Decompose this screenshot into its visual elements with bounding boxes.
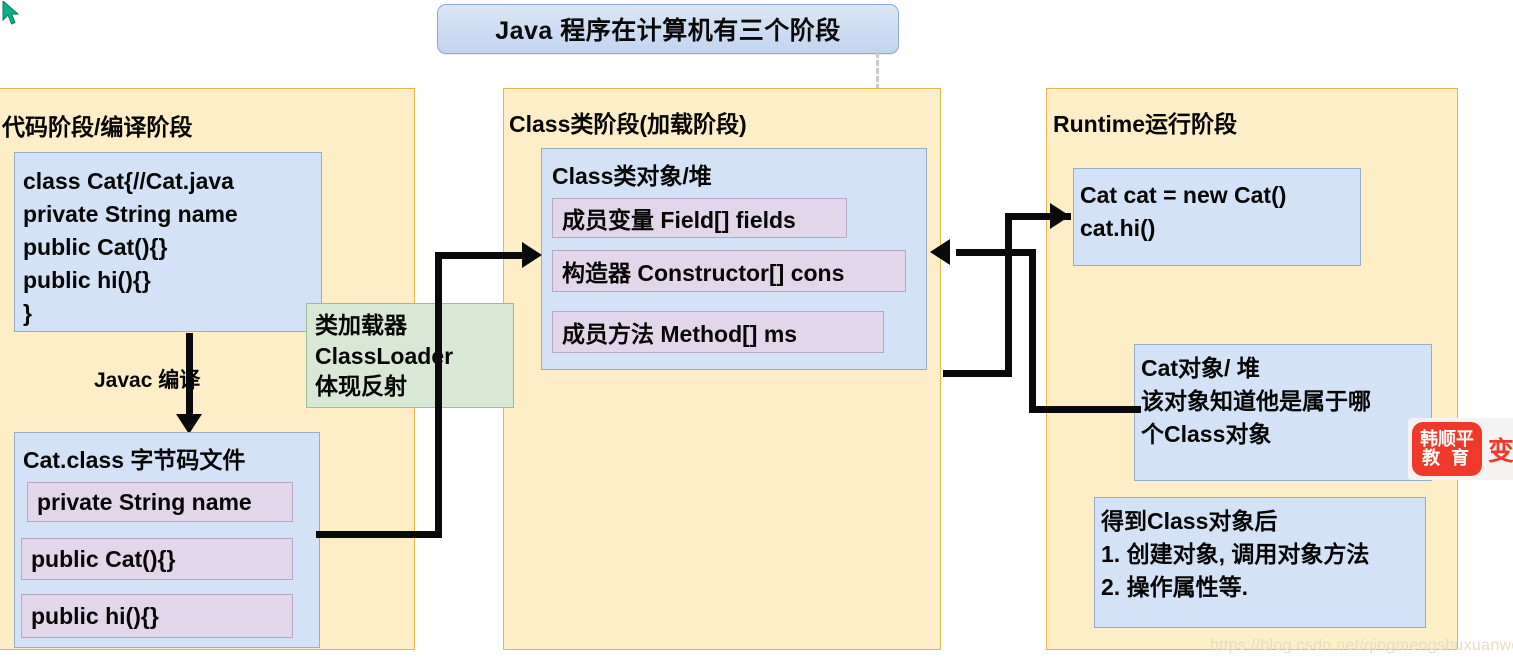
class-object-member-text: 成员变量 Field[] fields xyxy=(562,207,796,233)
connector-to-runtime-vertical xyxy=(1005,213,1012,377)
class-file-member-text: public hi(){} xyxy=(31,602,159,629)
runtime-usage-line: 得到Class对象后 xyxy=(1101,508,1278,534)
class-file-member-row: public hi(){} xyxy=(21,594,293,638)
class-object-member-text: 构造器 Constructor[] cons xyxy=(562,260,845,286)
class-file-member-row: private String name xyxy=(27,482,293,522)
stage-title-runtime: Runtime运行阶段 xyxy=(1053,111,1237,137)
brand-logo-line2: 教 育 xyxy=(1421,448,1472,468)
class-file-member-text: public Cat(){} xyxy=(31,545,176,572)
source-line: private String name xyxy=(23,201,238,228)
runtime-object-line: 该对象知道他是属于哪 xyxy=(1141,388,1371,415)
runtime-code-card: Cat cat = new Cat() cat.hi() xyxy=(1073,168,1361,266)
connector-to-runtime-tail xyxy=(943,370,1012,377)
classloader-line: 类加载器 xyxy=(315,312,407,338)
classloader-line: ClassLoader xyxy=(315,342,454,369)
brand-logo-badge: 韩顺平 教 育 xyxy=(1412,422,1482,476)
class-file-card-title: Cat.class 字节码文件 xyxy=(23,447,246,473)
source-code-card: class Cat{//Cat.java private String name… xyxy=(14,152,322,332)
runtime-object-line: Cat对象/ 堆 xyxy=(1141,355,1260,381)
runtime-code-line: cat.hi() xyxy=(1080,215,1156,242)
title-connector-dashed xyxy=(876,52,879,90)
runtime-usage-card: 得到Class对象后 1. 创建对象, 调用对象方法 2. 操作属性等. xyxy=(1094,497,1426,628)
runtime-code-line: Cat cat = new Cat() xyxy=(1080,182,1287,208)
class-file-member-row: public Cat(){} xyxy=(21,538,293,580)
connector-back-to-class-horizontal xyxy=(956,249,1036,256)
brand-logo: 韩顺平 教 育 变 xyxy=(1408,418,1513,480)
stage-title-compile: 代码阶段/编译阶段 xyxy=(2,114,193,140)
class-object-member-row: 构造器 Constructor[] cons xyxy=(552,250,906,292)
runtime-object-line: 个Class对象 xyxy=(1141,421,1272,448)
connector-back-to-class-vertical xyxy=(1029,249,1036,413)
classloader-line: 体现反射 xyxy=(315,373,407,400)
watermark-url: https://blog.csdn.net/qingmengshuxuanwo xyxy=(1210,637,1513,654)
connector-classloader-arrowhead xyxy=(522,242,542,268)
classloader-box: 类加载器 ClassLoader 体现反射 xyxy=(306,303,514,408)
diagram-title-text: Java 程序在计算机有三个阶段 xyxy=(495,17,841,45)
connector-back-to-class-arrowhead xyxy=(930,239,950,265)
runtime-usage-line: 1. 创建对象, 调用对象方法 xyxy=(1101,541,1370,568)
connector-to-runtime-arrowhead xyxy=(1050,203,1070,229)
class-object-member-row: 成员变量 Field[] fields xyxy=(552,198,847,238)
javac-arrow-head xyxy=(176,414,202,434)
cursor-arrow-icon xyxy=(2,1,20,25)
stage-title-classload: Class类阶段(加载阶段) xyxy=(509,111,747,137)
brand-logo-side-text: 变 xyxy=(1488,435,1513,466)
brand-logo-line1: 韩顺平 xyxy=(1420,428,1474,449)
connector-back-to-class-tail xyxy=(1029,406,1141,413)
connector-classfile-vertical-overlay xyxy=(435,252,442,538)
connector-classloader-horizontal xyxy=(435,252,529,259)
diagram-title: Java 程序在计算机有三个阶段 xyxy=(437,4,899,54)
source-line: } xyxy=(23,300,32,327)
class-object-member-row: 成员方法 Method[] ms xyxy=(552,311,884,353)
class-object-member-text: 成员方法 Method[] ms xyxy=(562,321,798,347)
source-line: class Cat{//Cat.java xyxy=(23,168,234,194)
connector-classfile-horizontal xyxy=(316,531,442,538)
source-line: public hi(){} xyxy=(23,267,151,294)
runtime-object-card: Cat对象/ 堆 该对象知道他是属于哪 个Class对象 xyxy=(1134,344,1432,481)
diagram-canvas: Java 程序在计算机有三个阶段 代码阶段/编译阶段 class Cat{//C… xyxy=(0,0,1513,666)
javac-edge-label: Javac 编译 xyxy=(94,369,201,392)
runtime-usage-line: 2. 操作属性等. xyxy=(1101,574,1248,601)
class-file-member-text: private String name xyxy=(37,488,252,515)
source-line: public Cat(){} xyxy=(23,234,168,261)
class-object-card-title: Class类对象/堆 xyxy=(552,163,712,189)
